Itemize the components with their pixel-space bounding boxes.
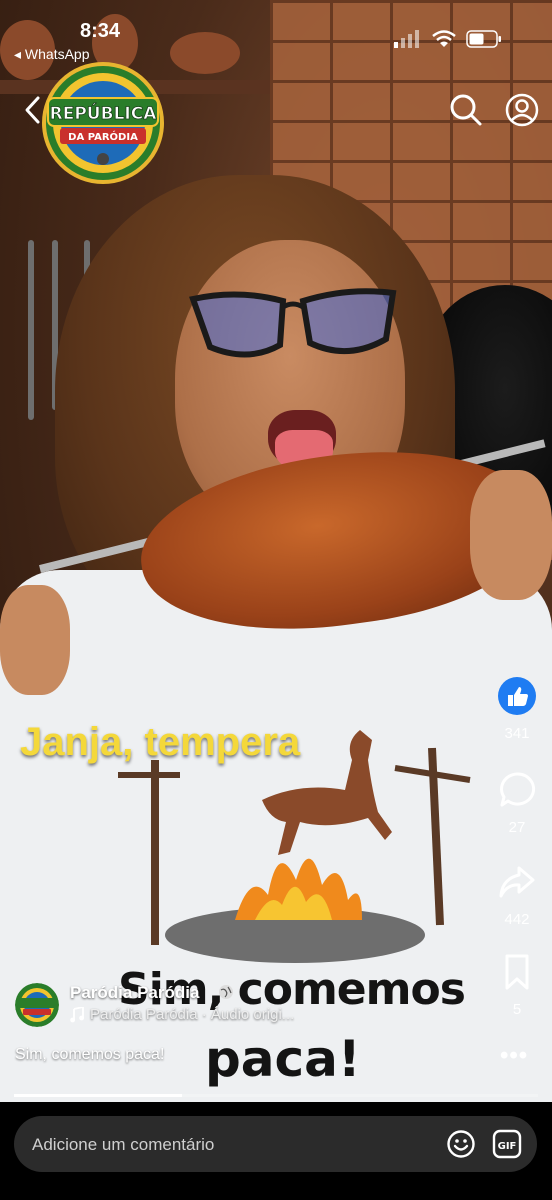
audio-label: Paródia Paródia · Áudio origi... [90, 1006, 295, 1023]
back-icon [25, 96, 40, 124]
more-options-button[interactable]: ••• [500, 1042, 528, 1070]
gif-icon: GIF [492, 1129, 522, 1159]
emoji-icon [447, 1130, 475, 1158]
like-icon [498, 677, 536, 715]
shirt-text-line2: paca! [205, 1030, 361, 1088]
republica-da-parodia-logo: REPÚBLICA DA PARÓDIA [42, 62, 164, 184]
search-icon [450, 94, 482, 126]
search-button[interactable] [448, 92, 484, 128]
video-overlay-caption: Janja, tempera [20, 720, 301, 764]
status-icons [394, 30, 502, 48]
comment-box: GIF [14, 1116, 537, 1172]
comment-count: 27 [508, 819, 526, 836]
audio-attribution[interactable]: Paródia Paródia · Áudio origi... [70, 1006, 294, 1023]
comment-icon [500, 772, 536, 807]
author-avatar-logo [15, 983, 59, 1027]
music-note-icon [70, 1006, 84, 1022]
share-icon [499, 866, 535, 898]
share-count: 442 [504, 911, 530, 928]
status-bar: 8:34 ◂ WhatsApp [0, 0, 552, 64]
video-progress-bar[interactable] [14, 1094, 538, 1097]
share-button[interactable]: 442 [493, 862, 541, 928]
profile-button[interactable] [504, 92, 540, 128]
svg-text:REPÚBLICA: REPÚBLICA [50, 102, 158, 124]
more-icon: ••• [500, 1042, 529, 1069]
comment-input[interactable] [30, 1126, 434, 1164]
svg-text:DA PARÓDIA: DA PARÓDIA [68, 130, 138, 143]
bookmark-icon [505, 954, 529, 990]
cellular-signal-icon [394, 30, 419, 48]
author-name[interactable]: Paródia Paródia [70, 983, 199, 1003]
spit-left-post [118, 760, 180, 945]
spit-right-post [394, 747, 471, 926]
wifi-icon [432, 30, 456, 47]
status-time: 8:34 [80, 20, 121, 42]
gif-button[interactable]: GIF [492, 1129, 522, 1159]
video-progress-fill [14, 1094, 182, 1097]
save-count: 5 [512, 1001, 522, 1018]
like-count: 341 [504, 725, 530, 742]
comment-bar: GIF [0, 1102, 552, 1200]
author-avatar[interactable] [15, 983, 59, 1027]
like-button[interactable]: 341 [493, 676, 541, 742]
emoji-button[interactable] [446, 1129, 476, 1159]
comment-button[interactable]: 27 [493, 770, 541, 836]
svg-text:GIF: GIF [498, 1141, 517, 1152]
post-caption[interactable]: Sim, comemos paca! [15, 1046, 164, 1064]
globe-icon [219, 985, 233, 999]
battery-icon [466, 30, 501, 48]
reels-screen: Sim, comemos paca! Janja, tempera 8:34 ◂… [0, 0, 552, 1200]
profile-icon [505, 93, 539, 127]
save-button[interactable]: 5 [493, 952, 541, 1018]
back-to-app-link[interactable]: ◂ WhatsApp [14, 46, 90, 63]
